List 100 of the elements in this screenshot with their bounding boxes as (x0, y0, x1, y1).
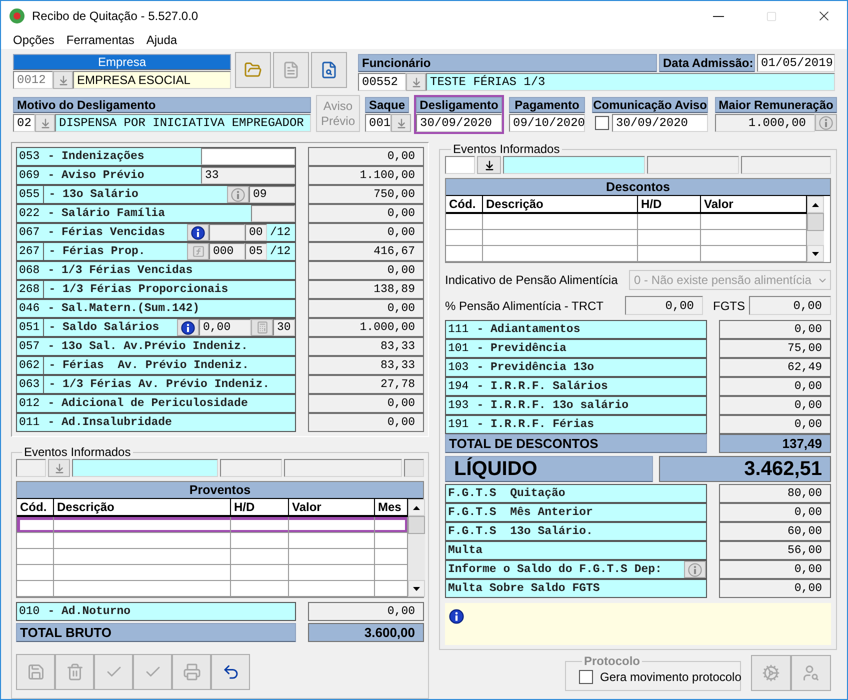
info-button[interactable] (177, 319, 199, 336)
table-row[interactable] (17, 549, 408, 565)
scroll-down-button[interactable] (408, 580, 425, 597)
column-header[interactable]: Descrição (483, 196, 638, 214)
input-field[interactable] (201, 148, 295, 165)
input-field[interactable]: 001 (365, 114, 391, 132)
dropdown-button[interactable] (477, 156, 501, 174)
event-row[interactable]: 194 - I.R.R.F. Salários (445, 377, 707, 396)
date-field[interactable]: 30/09/2020 (416, 114, 502, 132)
menu-item[interactable]: Ferramentas (60, 33, 140, 47)
date-field[interactable]: 09/10/2020 (509, 114, 585, 132)
event-row[interactable]: 053 - Indenizações (16, 147, 296, 166)
event-code: 193 (447, 398, 470, 414)
column-header[interactable]: Cód. (446, 196, 483, 214)
section-header: Funcionário (358, 54, 657, 72)
input-field[interactable] (647, 156, 739, 174)
event-row[interactable]: 103 - Previdência 13o (445, 358, 707, 377)
event-row[interactable]: 022 - Salário Família (16, 204, 296, 223)
column-header[interactable]: Descrição (54, 499, 231, 517)
event-row[interactable]: 010 - Ad.Noturno (16, 602, 296, 621)
field-label: Desligamento (416, 97, 502, 113)
select-value: 0 - Não existe pensão alimentícia (634, 273, 812, 287)
column-header[interactable]: H/D (231, 499, 289, 517)
undo-button[interactable] (211, 654, 250, 690)
event-row[interactable]: 101 - Previdência (445, 339, 707, 358)
fgts-row[interactable]: F.G.T.S Mês Anterior (445, 503, 707, 522)
input-field[interactable]: 0,00 (625, 296, 703, 315)
name-field[interactable]: TESTE FÉRIAS 1/3 (426, 73, 835, 91)
fgts-row[interactable]: Informe o Saldo do F.G.T.S Dep: (445, 560, 707, 579)
input-field[interactable]: 0012 (13, 71, 53, 89)
event-code: 053 (18, 149, 41, 165)
scroll-thumb[interactable] (807, 213, 824, 231)
event-row[interactable]: 057 - 13o Sal. Av.Prévio Indeniz. (16, 337, 296, 356)
event-description: - Férias Prop. (48, 244, 146, 260)
event-row[interactable]: 063 - 1/3 Férias Av. Prévio Indeniz. (16, 375, 296, 394)
event-description: - I.R.R.F. Salários (476, 379, 609, 395)
input-field[interactable]: 0,00 (749, 296, 831, 315)
open-folder-button[interactable] (235, 52, 271, 88)
scrollbar[interactable] (408, 499, 425, 597)
search-button[interactable] (311, 52, 347, 88)
field-label: Maior Remuneração (715, 97, 837, 113)
event-row[interactable]: 068 - 1/3 Férias Vencidas (16, 261, 296, 280)
event-row[interactable]: 046 - Sal.Matern.(Sum.142) (16, 299, 296, 318)
event-row[interactable]: 191 - I.R.R.F. Férias (445, 415, 707, 434)
event-row[interactable]: 111 - Adiantamentos (445, 320, 707, 339)
event-row[interactable]: 062 - Férias Av. Prévio Indeniz. (16, 356, 296, 375)
amount-field: 0,00 (719, 579, 831, 598)
amount-field: 0,00 (719, 377, 831, 396)
info-button[interactable] (187, 224, 209, 241)
table-row[interactable] (17, 533, 408, 549)
scroll-up-button[interactable] (408, 499, 425, 516)
event-code: 267 (17, 243, 44, 260)
date-field[interactable]: 30/09/2020 (612, 114, 708, 132)
input-field[interactable] (284, 459, 402, 477)
input-field[interactable] (404, 459, 424, 477)
amount-field: 0,00 (719, 320, 831, 339)
checkbox[interactable] (595, 116, 609, 130)
document-icon (282, 61, 300, 79)
event-row[interactable]: 268 - 1/3 Férias Proporcionais (16, 280, 296, 299)
fgts-row[interactable]: F.G.T.S 13o Salário. (445, 522, 707, 541)
reason-field[interactable]: DISPENSA POR INICIATIVA EMPREGADOR (55, 114, 311, 132)
amount-field: 0,00 (308, 413, 424, 432)
search-icon (320, 61, 338, 79)
column-header[interactable]: Cód. (17, 499, 54, 517)
fgts-row[interactable]: Multa (445, 541, 707, 560)
input-field[interactable] (220, 459, 282, 477)
date-field[interactable]: 01/05/2019 (757, 54, 835, 72)
column-header[interactable]: H/D (638, 196, 701, 214)
input-field[interactable] (741, 156, 831, 174)
amount-field[interactable]: 1.000,00 (715, 114, 815, 132)
fgts-row[interactable]: F.G.T.S Quitação (445, 484, 707, 503)
scroll-up-button[interactable] (807, 196, 824, 213)
scrollbar[interactable] (807, 196, 824, 262)
info-icon (181, 320, 195, 334)
column-header[interactable]: Valor (289, 499, 375, 517)
input-field[interactable] (445, 156, 475, 174)
event-code: 067 (18, 225, 41, 241)
input-field[interactable] (72, 459, 218, 477)
group-title: Protocolo (584, 654, 640, 668)
table-row[interactable] (17, 517, 408, 533)
scroll-down-button[interactable] (807, 245, 824, 262)
input-field[interactable] (503, 156, 645, 174)
checkbox[interactable] (579, 670, 593, 684)
fgts-row[interactable]: Multa Sobre Saldo FGTS (445, 579, 707, 598)
menu-item[interactable]: Ajuda (140, 33, 184, 47)
event-code: 063 (17, 376, 44, 393)
event-row[interactable]: 193 - I.R.R.F. 13o salário (445, 396, 707, 415)
event-description: - Salário Família (46, 206, 166, 222)
event-description: - Previdência 13o (476, 360, 596, 376)
input-field[interactable]: 00552 (358, 73, 406, 91)
scroll-thumb[interactable] (408, 516, 425, 534)
event-description: - Férias Av. Prévio Indeniz. (48, 358, 250, 374)
input-field[interactable] (16, 459, 46, 477)
input-field[interactable]: 02 (13, 114, 35, 132)
name-field[interactable]: EMPRESA ESOCIAL (73, 71, 231, 89)
amount-field: 0,00 (308, 261, 424, 280)
event-code: 191 (447, 417, 470, 433)
menu-item[interactable]: Opções (7, 33, 60, 47)
event-row[interactable]: 011 - Ad.Insalubridade (16, 413, 296, 432)
event-row[interactable]: 012 - Adicional de Periculosidade (16, 394, 296, 413)
